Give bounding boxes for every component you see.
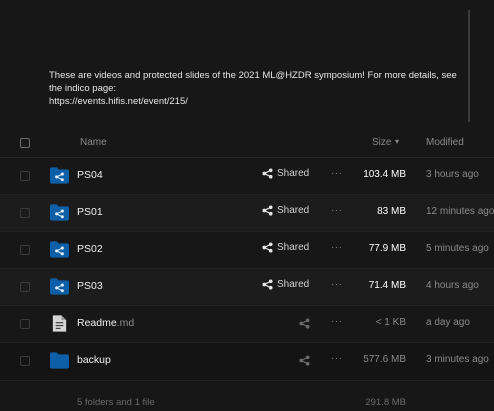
- file-modified: 3 hours ago: [426, 169, 479, 180]
- file-name[interactable]: backup: [77, 354, 111, 366]
- more-actions-button[interactable]: ···: [331, 205, 343, 216]
- share-icon: [262, 242, 273, 253]
- row-checkbox[interactable]: [20, 171, 30, 181]
- share-icon: [262, 168, 273, 179]
- file-name[interactable]: PS02: [77, 243, 103, 255]
- file-size: 577.6 MB: [363, 354, 406, 365]
- column-size-header[interactable]: Size: [372, 137, 391, 148]
- more-actions-button[interactable]: ···: [331, 316, 343, 327]
- row-checkbox[interactable]: [20, 245, 30, 255]
- file-row[interactable]: PS01 Shared ··· 83 MB 12 minutes ago: [0, 195, 494, 232]
- description-line: the indico page:: [49, 83, 117, 94]
- select-all-checkbox[interactable]: [20, 138, 30, 148]
- shared-folder-icon: [50, 204, 69, 221]
- folder-description: These are videos and protected slides of…: [49, 69, 469, 108]
- shared-label: Shared: [277, 279, 310, 290]
- more-actions-button[interactable]: ···: [331, 168, 343, 179]
- file-list-footer: 5 folders and 1 file 291.8 MB: [0, 392, 494, 411]
- document-icon: [52, 315, 67, 332]
- more-actions-button[interactable]: ···: [331, 279, 343, 290]
- file-row[interactable]: backup ··· 577.6 MB 3 minutes ago: [0, 343, 494, 381]
- file-modified: 12 minutes ago: [426, 206, 494, 217]
- more-actions-button[interactable]: ···: [331, 353, 343, 364]
- share-icon: [262, 205, 273, 216]
- file-modified: 4 hours ago: [426, 280, 479, 291]
- file-size: < 1 KB: [375, 317, 406, 328]
- file-name[interactable]: PS03: [77, 280, 103, 292]
- file-name[interactable]: PS04: [77, 169, 103, 181]
- footer-total-size: 291.8 MB: [365, 397, 406, 408]
- file-modified: 5 minutes ago: [426, 243, 489, 254]
- file-name[interactable]: PS01: [77, 206, 103, 218]
- column-modified-header[interactable]: Modified: [426, 137, 464, 148]
- row-checkbox[interactable]: [20, 208, 30, 218]
- row-checkbox[interactable]: [20, 356, 30, 366]
- shared-label: Shared: [277, 168, 310, 179]
- file-modified: a day ago: [426, 317, 470, 328]
- top-band: [0, 0, 494, 130]
- file-row[interactable]: PS04 Shared ··· 103.4 MB 3 hours ago: [0, 158, 494, 195]
- share-icon[interactable]: [299, 318, 310, 329]
- file-size: 71.4 MB: [368, 280, 406, 291]
- shared-button[interactable]: Shared: [262, 242, 309, 253]
- row-checkbox[interactable]: [20, 282, 30, 292]
- share-icon[interactable]: [299, 355, 310, 366]
- shared-folder-icon: [50, 278, 69, 295]
- description-link[interactable]: https://events.hifis.net/event/215/: [49, 95, 469, 108]
- file-size: 77.9 MB: [368, 243, 406, 254]
- file-modified: 3 minutes ago: [426, 354, 489, 365]
- file-name[interactable]: Readme.md: [77, 317, 134, 329]
- shared-button[interactable]: Shared: [262, 168, 309, 179]
- row-checkbox[interactable]: [20, 319, 30, 329]
- file-size: 103.4 MB: [363, 169, 406, 180]
- shared-button[interactable]: Shared: [262, 205, 309, 216]
- file-size: 83 MB: [377, 206, 406, 217]
- file-row[interactable]: PS02 Shared ··· 77.9 MB 5 minutes ago: [0, 232, 494, 269]
- sort-descending-icon[interactable]: ▾: [395, 137, 399, 146]
- share-icon: [262, 279, 273, 290]
- shared-button[interactable]: Shared: [262, 279, 309, 290]
- file-row[interactable]: Readme.md ··· < 1 KB a day ago: [0, 306, 494, 343]
- file-row[interactable]: PS03 Shared ··· 71.4 MB 4 hours ago: [0, 269, 494, 306]
- shared-folder-icon: [50, 241, 69, 258]
- folder-icon: [50, 352, 69, 369]
- shared-label: Shared: [277, 205, 310, 216]
- shared-label: Shared: [277, 242, 310, 253]
- shared-folder-icon: [50, 167, 69, 184]
- column-name-header[interactable]: Name: [80, 137, 107, 148]
- file-list-header: Name Size ▾ Modified: [0, 130, 494, 158]
- description-line: These are videos and protected slides of…: [49, 70, 457, 81]
- footer-count: 5 folders and 1 file: [77, 397, 155, 408]
- more-actions-button[interactable]: ···: [331, 242, 343, 253]
